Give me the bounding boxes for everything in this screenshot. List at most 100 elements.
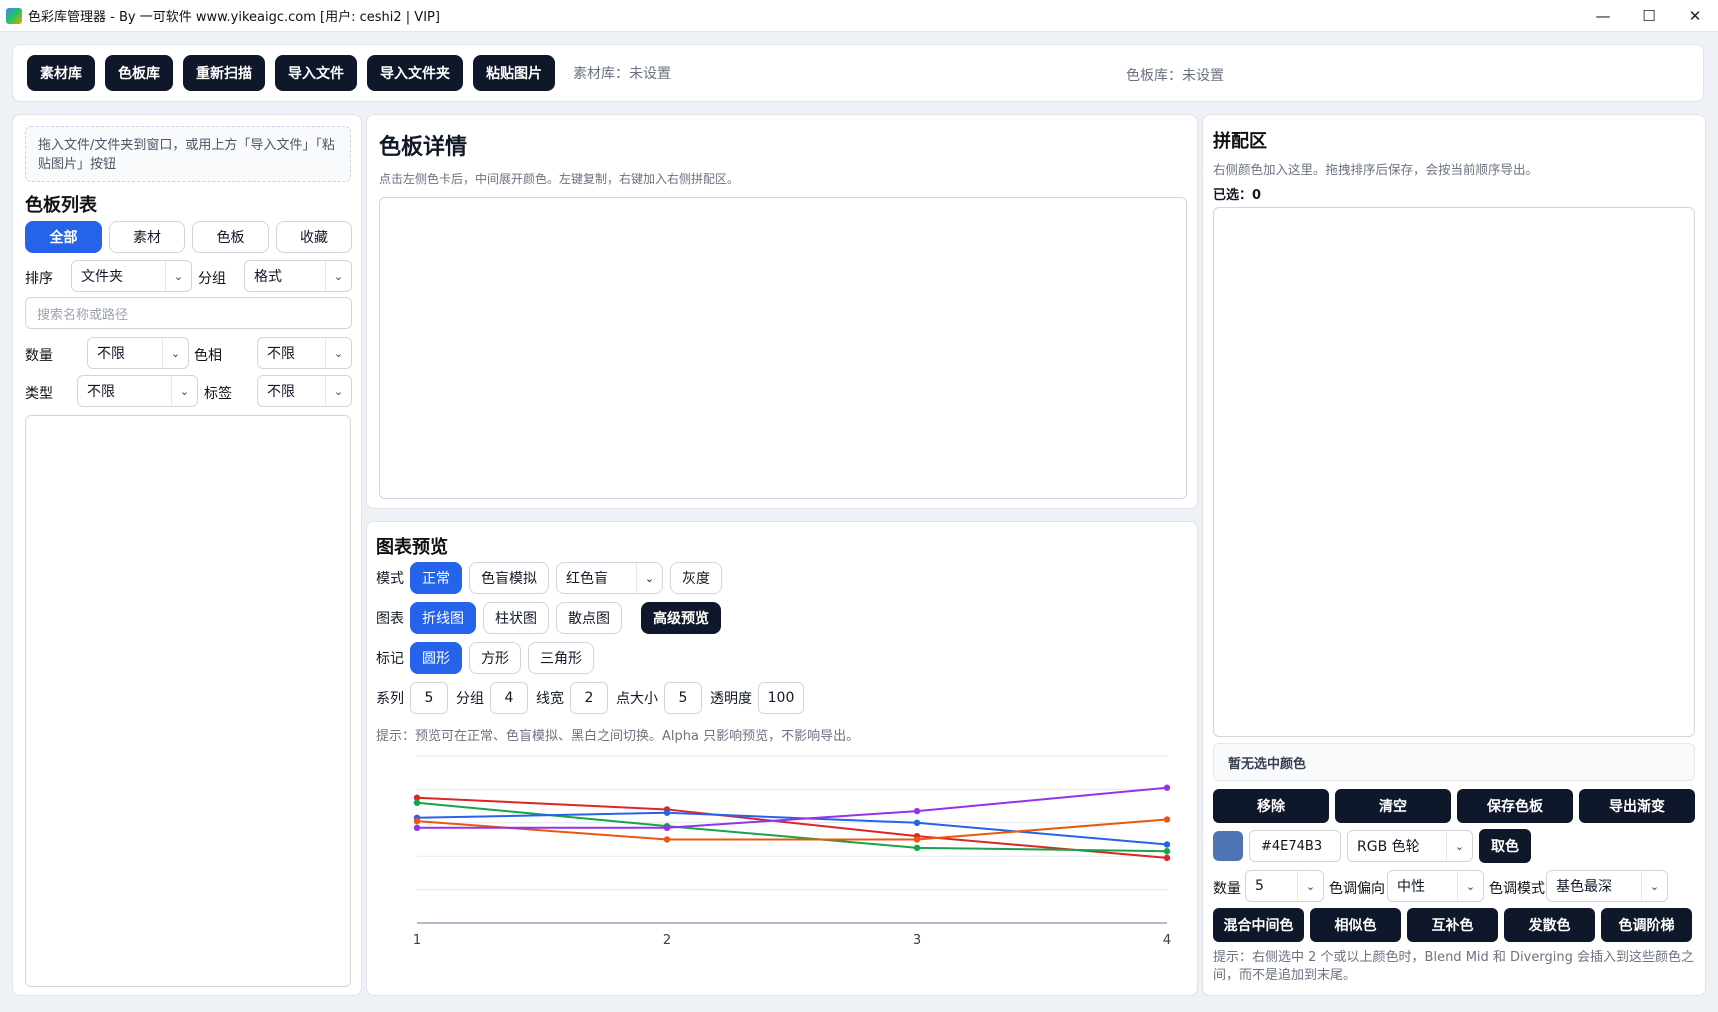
- chevron-down-icon: ⌄: [325, 261, 351, 291]
- tab-assets[interactable]: 素材: [109, 221, 185, 253]
- series-3-point: [1163, 841, 1171, 848]
- tab-palettes[interactable]: 色板: [192, 221, 269, 253]
- groups-input[interactable]: 4: [490, 682, 528, 714]
- count-value: 不限: [97, 346, 125, 362]
- line-width-label: 线宽: [536, 691, 564, 707]
- group-select[interactable]: 格式 ⌄: [244, 260, 352, 292]
- mode-row: 模式 正常 色盲模拟 红色盲 ⌄ 灰度: [376, 562, 729, 594]
- series-2-point: [913, 844, 921, 852]
- selected-label: 已选：: [1213, 188, 1253, 203]
- point-size-input[interactable]: 5: [664, 682, 702, 714]
- tone-bias-value: 中性: [1397, 879, 1425, 895]
- line-chart: 1 2 3 4: [413, 755, 1171, 948]
- tag-select[interactable]: 不限 ⌄: [257, 375, 352, 407]
- sort-value: 文件夹: [81, 269, 123, 285]
- mode-grayscale-button[interactable]: 灰度: [670, 562, 722, 594]
- marker-square-button[interactable]: 方形: [469, 642, 521, 674]
- series-4-point: [413, 817, 421, 825]
- x-tick-label: 2: [663, 933, 671, 948]
- rescan-button[interactable]: 重新扫描: [183, 55, 265, 91]
- minimize-button[interactable]: —: [1580, 0, 1626, 32]
- series-5-point: [1163, 784, 1171, 791]
- mode-normal-button[interactable]: 正常: [410, 562, 462, 594]
- export-gradient-button[interactable]: 导出渐变: [1579, 789, 1695, 823]
- type-value: 不限: [87, 384, 115, 400]
- blend-mid-button[interactable]: 混合中间色: [1213, 908, 1304, 942]
- hue-select[interactable]: 不限 ⌄: [257, 337, 352, 369]
- complementary-button[interactable]: 互补色: [1407, 908, 1498, 942]
- save-palette-button[interactable]: 保存色板: [1457, 789, 1573, 823]
- chevron-down-icon: ⌄: [162, 338, 188, 368]
- clear-button[interactable]: 清空: [1335, 789, 1451, 823]
- import-file-button[interactable]: 导入文件: [275, 55, 357, 91]
- series-4-point: [1163, 816, 1171, 823]
- tag-label: 标签: [204, 386, 232, 402]
- color-model-select[interactable]: RGB 色轮 ⌄: [1347, 830, 1473, 862]
- mixing-subtitle: 右侧颜色加入这里。拖拽排序后保存，会按当前顺序导出。: [1213, 162, 1539, 177]
- tab-all[interactable]: 全部: [25, 221, 102, 253]
- tone-mode-select[interactable]: 基色最深 ⌄: [1546, 870, 1668, 902]
- series-5-point: [663, 824, 671, 832]
- mixing-area[interactable]: [1213, 207, 1695, 737]
- asset-library-button[interactable]: 素材库: [27, 55, 95, 91]
- advanced-preview-button[interactable]: 高级预览: [641, 602, 721, 634]
- marker-label: 标记: [376, 651, 404, 667]
- tone-mode-value: 基色最深: [1556, 879, 1612, 895]
- series-input[interactable]: 5: [410, 682, 448, 714]
- mode-colorblind-button[interactable]: 色盲模拟: [469, 562, 549, 594]
- drop-zone[interactable]: 拖入文件/文件夹到窗口，或用上方「导入文件」「粘贴图片」按钮: [25, 126, 351, 182]
- chart-bar-button[interactable]: 柱状图: [483, 602, 549, 634]
- chart-scatter-button[interactable]: 散点图: [556, 602, 622, 634]
- marker-row: 标记 圆形 方形 三角形: [376, 642, 601, 674]
- mixing-title: 拼配区: [1213, 131, 1267, 152]
- current-color-swatch[interactable]: [1213, 831, 1243, 861]
- chevron-down-icon: ⌄: [1446, 831, 1472, 861]
- series-3-point: [913, 819, 921, 826]
- marker-circle-button[interactable]: 圆形: [410, 642, 462, 674]
- opacity-input[interactable]: 100: [758, 682, 804, 714]
- opacity-label: 透明度: [710, 691, 752, 707]
- series-2-point: [413, 799, 421, 806]
- pick-color-button[interactable]: 取色: [1479, 829, 1531, 863]
- tone-bias-select[interactable]: 中性 ⌄: [1387, 870, 1484, 902]
- chart-line-button[interactable]: 折线图: [410, 602, 476, 634]
- search-input[interactable]: 搜索名称或路径: [25, 297, 352, 329]
- marker-triangle-button[interactable]: 三角形: [528, 642, 594, 674]
- maximize-button[interactable]: ☐: [1626, 0, 1672, 32]
- type-select[interactable]: 不限 ⌄: [77, 375, 198, 407]
- group-label: 分组: [198, 271, 226, 287]
- selection-info: 暂无选中颜色: [1213, 743, 1695, 781]
- count-select[interactable]: 不限 ⌄: [87, 337, 189, 369]
- diverging-button[interactable]: 发散色: [1504, 908, 1595, 942]
- gen-count-select[interactable]: 5 ⌄: [1245, 870, 1324, 902]
- colorblind-type-select[interactable]: 红色盲 ⌄: [556, 562, 663, 594]
- sort-select[interactable]: 文件夹 ⌄: [71, 260, 192, 292]
- mixing-panel: 拼配区 右侧颜色加入这里。拖拽排序后保存，会按当前顺序导出。 已选：0 暂无选中…: [1202, 114, 1706, 996]
- chevron-down-icon: ⌄: [325, 376, 351, 406]
- chevron-down-icon: ⌄: [1457, 871, 1483, 901]
- color-swatch-area[interactable]: [379, 197, 1187, 499]
- palette-detail-subtitle: 点击左侧色卡后，中间展开颜色。左键复制，右键加入右侧拼配区。: [379, 172, 740, 186]
- tone-steps-button[interactable]: 色调阶梯: [1601, 908, 1692, 942]
- chevron-down-icon: ⌄: [1641, 871, 1667, 901]
- palette-library-button[interactable]: 色板库: [105, 55, 173, 91]
- main-toolbar: 素材库 色板库 重新扫描 导入文件 导入文件夹 粘贴图片 素材库：未设置 色板库…: [12, 44, 1704, 102]
- color-model-value: RGB 色轮: [1357, 839, 1420, 855]
- remove-button[interactable]: 移除: [1213, 789, 1329, 823]
- window-title: 色彩库管理器 - By 一可软件 www.yikeaigc.com [用户: c…: [28, 10, 440, 25]
- preview-tip: 提示：预览可在正常、色盲模拟、黑白之间切换。Alpha 只影响预览，不影响导出。: [376, 729, 860, 744]
- generate-actions: 混合中间色 相似色 互补色 发散色 色调阶梯: [1213, 908, 1692, 942]
- analogous-button[interactable]: 相似色: [1310, 908, 1401, 942]
- x-tick-label: 1: [413, 933, 421, 948]
- tab-favorites[interactable]: 收藏: [276, 221, 352, 253]
- hex-input[interactable]: #4E74B3: [1249, 830, 1341, 862]
- close-button[interactable]: ✕: [1672, 0, 1718, 32]
- params-row: 系列 5 分组 4 线宽 2 点大小 5 透明度 100: [376, 682, 812, 714]
- title-bar: 色彩库管理器 - By 一可软件 www.yikeaigc.com [用户: c…: [0, 0, 1718, 32]
- chevron-down-icon: ⌄: [171, 376, 197, 406]
- import-folder-button[interactable]: 导入文件夹: [367, 55, 463, 91]
- line-width-input[interactable]: 2: [570, 682, 608, 714]
- paste-image-button[interactable]: 粘贴图片: [473, 55, 555, 91]
- palette-list[interactable]: [25, 415, 351, 987]
- tag-value: 不限: [267, 384, 295, 400]
